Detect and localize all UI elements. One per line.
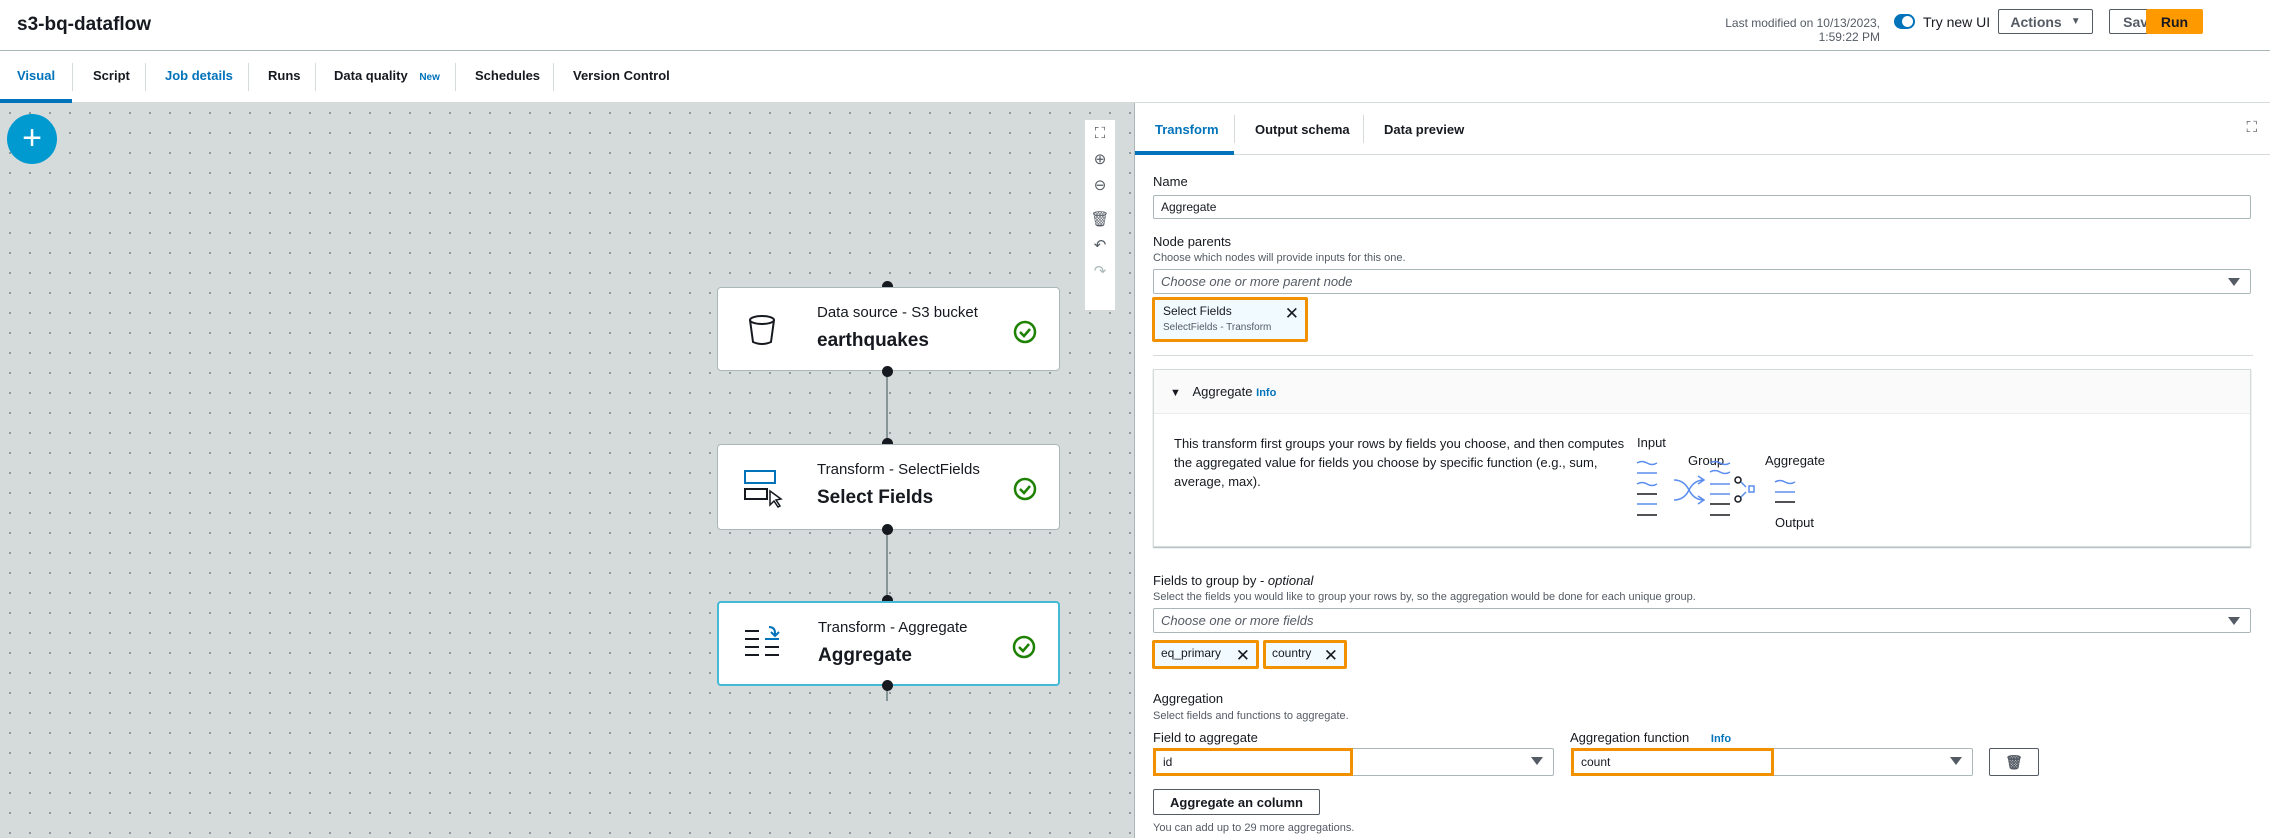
field-value-highlight: id	[1153, 748, 1353, 776]
remove-token-icon[interactable]: ✕	[1324, 647, 1338, 664]
select-fields-icon	[744, 470, 783, 508]
tab-visual[interactable]: Visual	[17, 68, 55, 83]
tab-data-quality[interactable]: Data quality New	[334, 68, 440, 83]
field-to-aggregate-label: Field to aggregate	[1153, 730, 1258, 745]
actions-button[interactable]: Actions ▼	[1998, 9, 2093, 34]
aggregation-label: Aggregation	[1153, 691, 1224, 706]
token-label: country	[1272, 646, 1312, 660]
fit-view-icon[interactable]: ⛶	[1085, 125, 1115, 142]
placeholder: Choose one or more parent node	[1161, 274, 1353, 289]
label-text: Fields to group by -	[1153, 573, 1268, 588]
tab-output-schema[interactable]: Output schema	[1255, 122, 1350, 137]
info-link[interactable]: Info	[1711, 733, 1731, 745]
info-link[interactable]: Info	[1256, 387, 1276, 399]
node-name: earthquakes	[817, 330, 929, 351]
zoom-in-icon[interactable]: ⊕	[1085, 150, 1115, 168]
placeholder: Choose one or more fields	[1161, 613, 1314, 628]
optional-text: optional	[1267, 573, 1314, 588]
tab-runs[interactable]: Runs	[268, 68, 301, 83]
section-header[interactable]: ▼ Aggregate Info	[1154, 370, 2250, 414]
run-button[interactable]: Run	[2146, 9, 2203, 34]
node-type: Data source - S3 bucket	[817, 304, 978, 321]
aggregate-icon	[745, 626, 780, 656]
node-aggregate[interactable]: Transform - Aggregate Aggregate	[717, 601, 1060, 686]
token-name: Select Fields	[1163, 304, 1232, 318]
remove-token-icon[interactable]: ✕	[1285, 305, 1299, 322]
tab-schedules[interactable]: Schedules	[475, 68, 540, 83]
node-properties-panel: Transform Output schema Data preview ⛶ N…	[1134, 103, 2270, 838]
success-check-icon	[1012, 635, 1036, 659]
node-s3-source[interactable]: Data source - S3 bucket earthquakes	[717, 287, 1060, 371]
active-tab-indicator	[1135, 151, 1234, 155]
redo-icon[interactable]: ↷	[1085, 262, 1115, 280]
function-value: count	[1581, 755, 1611, 769]
add-node-button[interactable]: +	[7, 114, 57, 164]
section-description: This transform first groups your rows by…	[1174, 436, 1625, 489]
node-type: Transform - Aggregate	[818, 619, 968, 636]
delete-aggregation-button[interactable]: 🗑	[1989, 748, 2039, 776]
node-select-fields[interactable]: Transform - SelectFields Select Fields	[717, 444, 1060, 530]
tab-script[interactable]: Script	[93, 68, 130, 83]
aggregation-function-label: Aggregation function Info	[1570, 730, 1731, 745]
aggregate-diagram: Input Group Aggregate Output	[1634, 410, 1914, 540]
expand-icon[interactable]: ⛶	[2246, 119, 2257, 136]
token-sub: SelectFields - Transform	[1163, 322, 1272, 333]
tab-label: Data quality	[334, 68, 408, 83]
caret-down-icon	[2228, 278, 2240, 286]
tab-transform[interactable]: Transform	[1155, 122, 1219, 137]
zoom-out-icon[interactable]: ⊖	[1085, 176, 1115, 194]
group-by-description: Select the fields you would like to grou…	[1153, 591, 1696, 603]
token-label: eq_primary	[1161, 646, 1222, 660]
undo-icon[interactable]: ↶	[1085, 236, 1115, 254]
last-modified: Last modified on 10/13/2023, 1:59:22 PM	[1725, 16, 1880, 44]
aggregation-description: Select fields and functions to aggregate…	[1153, 710, 1349, 722]
aggregation-limit-note: You can add up to 29 more aggregations.	[1153, 822, 1355, 834]
canvas-toolbar: ⛶ ⊕ ⊖ 🗑 ↶ ↷	[1084, 119, 1116, 311]
trash-icon: 🗑	[2005, 753, 2023, 770]
success-check-icon	[1013, 320, 1037, 344]
label-text: Aggregation function	[1570, 730, 1690, 745]
caret-down-icon	[2228, 617, 2240, 625]
caret-down-icon	[1950, 757, 1962, 765]
node-type: Transform - SelectFields	[817, 461, 980, 478]
caret-down-icon: ▼	[2070, 16, 2081, 27]
caret-down-icon	[1531, 757, 1543, 765]
new-badge: New	[419, 72, 440, 83]
panel-tabs: Transform Output schema Data preview ⛶	[1135, 103, 2270, 155]
aggregate-info-section: ▼ Aggregate Info This transform first gr…	[1153, 369, 2251, 547]
delete-icon[interactable]: 🗑	[1085, 210, 1115, 228]
group-by-select[interactable]: Choose one or more fields	[1153, 608, 2251, 633]
parent-token: Select Fields SelectFields - Transform ✕	[1152, 297, 1308, 342]
parents-description: Choose which nodes will provide inputs f…	[1153, 252, 1406, 264]
collapse-caret-icon: ▼	[1170, 387, 1181, 399]
header: s3-bq-dataflow Last modified on 10/13/20…	[0, 0, 2270, 51]
function-value-highlight: count	[1571, 748, 1774, 776]
job-title: s3-bq-dataflow	[17, 14, 152, 35]
success-check-icon	[1013, 477, 1037, 501]
remove-token-icon[interactable]: ✕	[1236, 647, 1250, 664]
group-token-country: country ✕	[1263, 640, 1347, 669]
node-name: Select Fields	[817, 487, 934, 508]
aggregate-flow-icon	[1636, 460, 1796, 516]
node-name: Aggregate	[818, 645, 912, 666]
section-title: Aggregate	[1192, 384, 1253, 399]
group-by-label: Fields to group by - optional	[1153, 573, 1313, 588]
name-input[interactable]: Aggregate	[1153, 195, 2251, 219]
name-label: Name	[1153, 174, 1188, 189]
group-token-eq-primary: eq_primary ✕	[1152, 640, 1259, 669]
actions-label: Actions	[2010, 13, 2062, 30]
job-tabs: Visual Script Job details Runs Data qual…	[0, 51, 2270, 103]
bucket-icon	[749, 315, 775, 345]
new-ui-toggle[interactable]	[1894, 14, 1915, 29]
parents-select[interactable]: Choose one or more parent node	[1153, 269, 2251, 294]
tab-data-preview[interactable]: Data preview	[1384, 122, 1464, 137]
toggle-label: Try new UI	[1923, 14, 1991, 30]
tab-job-details[interactable]: Job details	[165, 68, 233, 83]
add-aggregation-button[interactable]: Aggregate an column	[1153, 789, 1320, 815]
tab-version-control[interactable]: Version Control	[573, 68, 670, 83]
parents-label: Node parents	[1153, 234, 1232, 249]
field-value: id	[1163, 755, 1173, 769]
visual-canvas[interactable]: + ⛶ ⊕ ⊖ 🗑 ↶ ↷ Data source - S3 bucket ea…	[0, 103, 1134, 838]
